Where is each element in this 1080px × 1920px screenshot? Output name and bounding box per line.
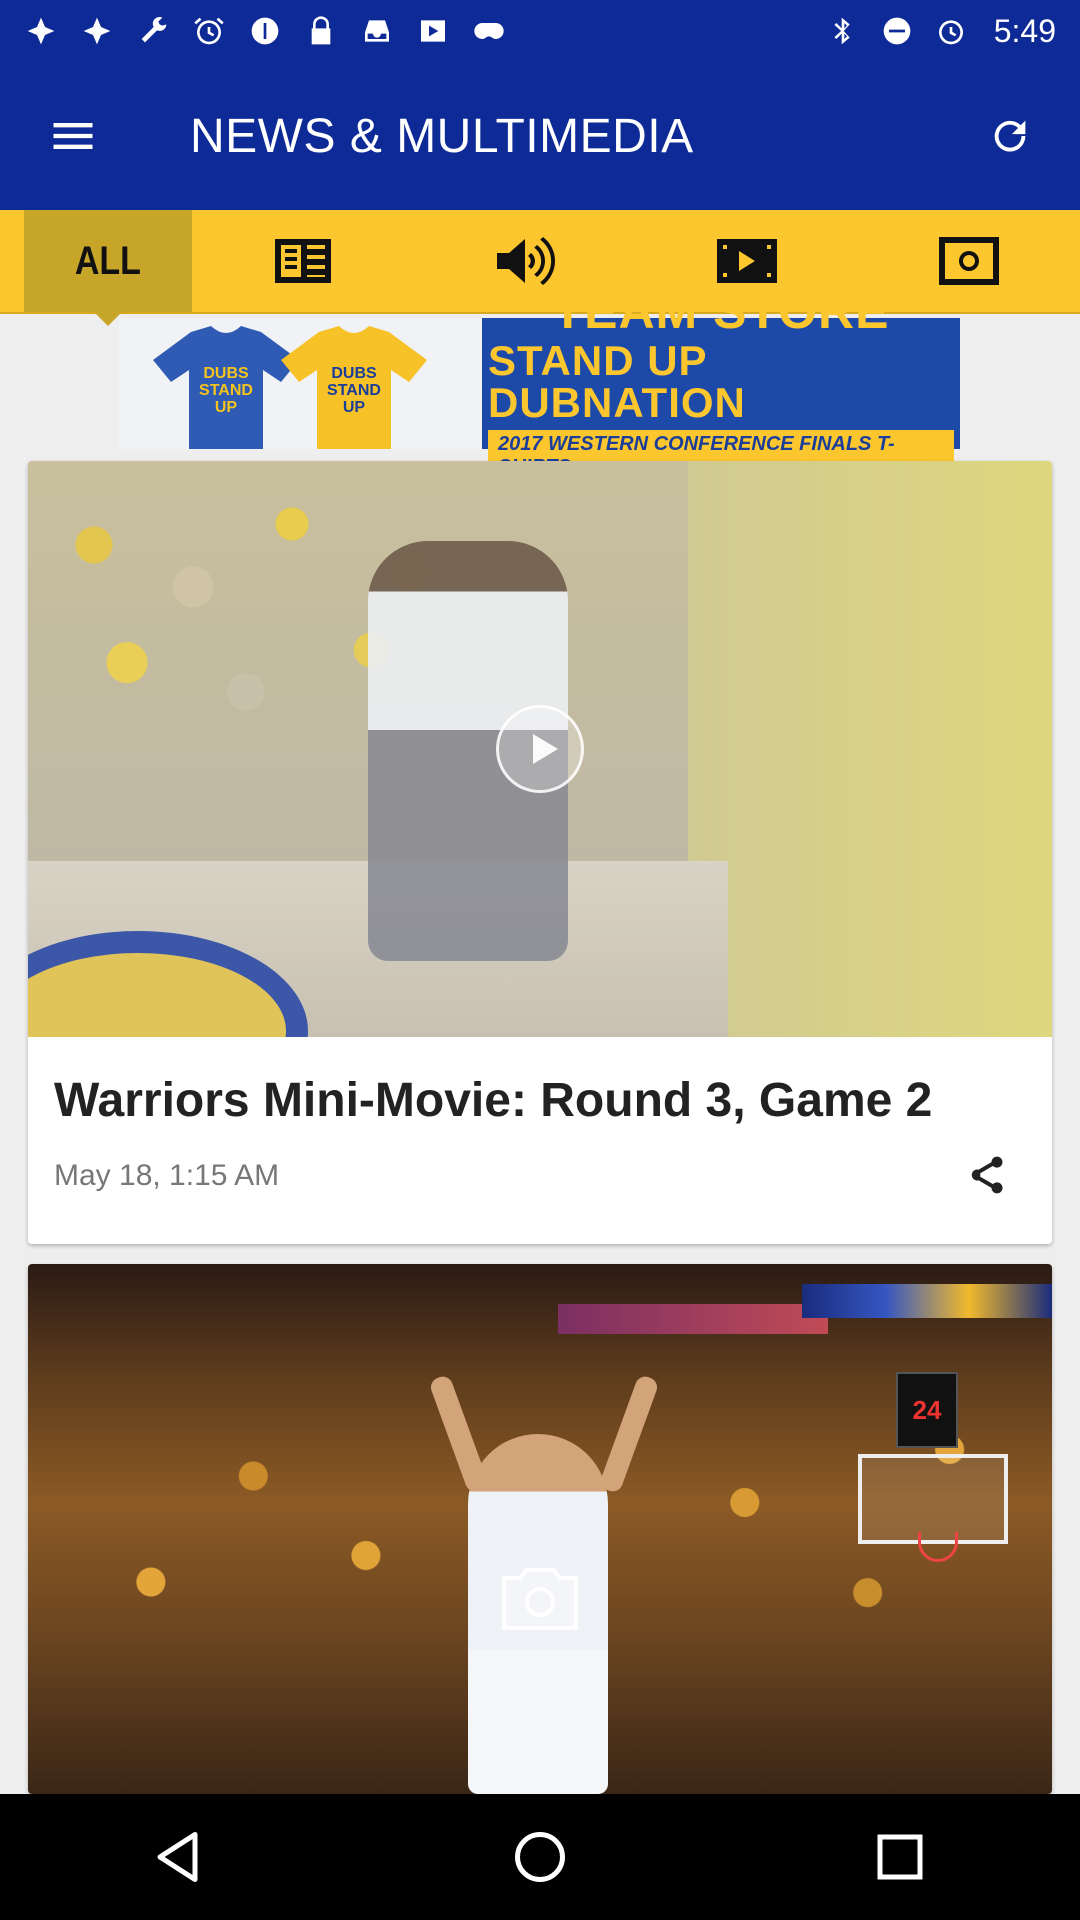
camera-icon bbox=[502, 1568, 578, 1630]
banner-text-panel: TEAM STORE STAND UP DUBNATION 2017 WESTE… bbox=[482, 286, 960, 482]
refresh-button[interactable] bbox=[940, 62, 1080, 210]
article-date: May 18, 1:15 AM bbox=[54, 1159, 280, 1192]
team-store-banner[interactable]: DUBS STAND UP DUBS STAND UP TEAM STORE S… bbox=[119, 286, 960, 482]
home-icon bbox=[515, 1832, 565, 1882]
page-title: NEWS & MULTIMEDIA bbox=[190, 109, 694, 163]
tab-photo[interactable] bbox=[858, 210, 1080, 312]
article-title[interactable]: Warriors Mini-Movie: Round 3, Game 2 bbox=[54, 1073, 932, 1128]
recents-icon bbox=[877, 1834, 923, 1880]
news-icon bbox=[275, 239, 331, 283]
audio-icon bbox=[497, 237, 555, 285]
play-button[interactable] bbox=[496, 705, 584, 793]
photo-icon bbox=[939, 237, 999, 285]
share-button[interactable] bbox=[960, 1149, 1012, 1201]
article-card[interactable]: Warriors Mini-Movie: Round 3, Game 2 May… bbox=[28, 461, 1052, 1244]
arena-sign bbox=[558, 1304, 828, 1334]
back-button[interactable] bbox=[120, 1797, 240, 1917]
tab-all-label: ALL bbox=[74, 238, 142, 283]
player-arm-right bbox=[598, 1373, 660, 1495]
article-info: Warriors Mini-Movie: Round 3, Game 2 May… bbox=[28, 1037, 1052, 1244]
yellow-shirt-text: DUBS STAND UP bbox=[327, 365, 381, 416]
backboard-image bbox=[858, 1454, 1008, 1544]
photo-gallery-button[interactable] bbox=[498, 1564, 582, 1632]
video-thumbnail[interactable] bbox=[28, 461, 1052, 1037]
pinwheel-icon bbox=[24, 14, 58, 48]
shot-clock: 24 bbox=[896, 1372, 958, 1448]
app-bar: NEWS & MULTIMEDIA bbox=[0, 62, 1080, 210]
notification-icons bbox=[24, 14, 826, 48]
rim-image bbox=[918, 1532, 958, 1562]
alarm-icon bbox=[192, 14, 226, 48]
status-bar: 5:49 bbox=[0, 0, 1080, 62]
inbox-icon bbox=[360, 14, 394, 48]
play-store-icon bbox=[416, 14, 450, 48]
game-icon bbox=[472, 14, 506, 48]
alarm-icon bbox=[934, 14, 968, 48]
blue-shirt-text: DUBS STAND UP bbox=[199, 365, 253, 416]
video-icon bbox=[717, 239, 777, 283]
photo-thumbnail[interactable]: 24 bbox=[28, 1264, 1052, 1794]
back-icon bbox=[157, 1832, 198, 1882]
play-icon bbox=[533, 734, 558, 764]
dnd-icon bbox=[880, 14, 914, 48]
tab-all[interactable]: ALL bbox=[24, 210, 192, 312]
tab-news[interactable] bbox=[192, 210, 414, 312]
banner-headline: TEAM STORE bbox=[552, 282, 890, 339]
scoreboard-image bbox=[802, 1284, 1052, 1318]
home-button[interactable] bbox=[480, 1797, 600, 1917]
banner-shirts-image: DUBS STAND UP DUBS STAND UP bbox=[119, 318, 482, 449]
article-card[interactable]: 24 bbox=[28, 1264, 1052, 1794]
banner-subheadline: STAND UP DUBNATION bbox=[488, 336, 746, 426]
pinwheel-icon bbox=[80, 14, 114, 48]
bluetooth-icon bbox=[826, 14, 860, 48]
hamburger-menu-icon bbox=[53, 123, 93, 149]
media-filter-tabs: ALL bbox=[0, 210, 1080, 314]
wrench-icon bbox=[136, 14, 170, 48]
lock-icon bbox=[304, 14, 338, 48]
refresh-icon bbox=[994, 120, 1026, 152]
system-icons: 5:49 bbox=[826, 13, 1056, 50]
clock-time: 5:49 bbox=[993, 12, 1056, 49]
menu-button[interactable] bbox=[0, 62, 146, 210]
recents-button[interactable] bbox=[840, 1797, 960, 1917]
share-icon bbox=[971, 1156, 1003, 1194]
system-nav-bar bbox=[0, 1794, 1080, 1920]
crowd-image bbox=[28, 461, 688, 881]
block-icon bbox=[248, 14, 282, 48]
